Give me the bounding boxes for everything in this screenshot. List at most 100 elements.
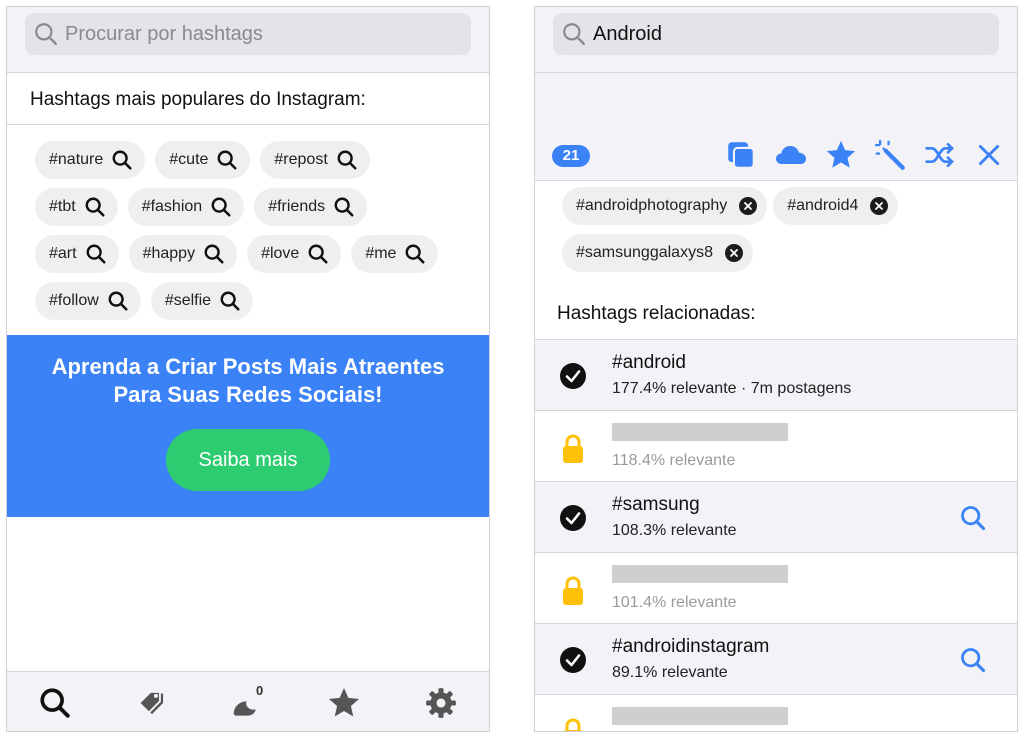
hashtag-chip[interactable]: #tbt <box>35 188 118 226</box>
search-hashtag-button[interactable] <box>959 504 987 537</box>
selected-status[interactable] <box>559 646 587 674</box>
selection-toolbar: 21 <box>535 73 1017 181</box>
selected-status[interactable] <box>559 504 587 532</box>
search-icon <box>961 506 986 531</box>
hashtag-label: #friends <box>268 198 326 215</box>
search-icon <box>112 150 132 170</box>
hashtag-label: #love <box>261 245 300 262</box>
chip-row: #nature #cute #repost <box>35 141 465 179</box>
search-icon <box>961 648 986 673</box>
lock-status <box>559 717 587 731</box>
cloud-button[interactable] <box>773 137 809 173</box>
remove-hashtag-button[interactable] <box>739 197 758 215</box>
lock-icon <box>563 576 583 605</box>
hashtag-label: #art <box>49 245 77 262</box>
related-hashtag-row[interactable]: #android 177.4% relevante · 7m postagens <box>535 339 1017 410</box>
search-icon <box>308 244 328 264</box>
remove-icon <box>875 202 884 210</box>
hashtag-chip[interactable]: #nature <box>35 141 146 179</box>
lock-icon <box>563 718 583 731</box>
search-icon <box>220 291 240 311</box>
search-icon <box>563 23 585 45</box>
tab-tags[interactable] <box>128 679 176 727</box>
search-bar[interactable] <box>25 13 471 55</box>
tab-night-mode[interactable]: 0 <box>224 679 272 727</box>
cloud-icon <box>776 146 806 164</box>
tab-favorites[interactable] <box>320 679 368 727</box>
hashtag-chip[interactable]: #friends <box>254 188 368 226</box>
check-icon <box>560 363 586 389</box>
check-icon <box>560 505 586 531</box>
hashtag-label: #happy <box>142 245 196 262</box>
copy-button[interactable] <box>723 137 759 173</box>
clear-selection-button[interactable] <box>971 137 1007 173</box>
locked-hashtag-row[interactable] <box>535 694 1017 731</box>
search-header <box>535 7 1017 73</box>
hashtag-chip[interactable]: #art <box>35 235 119 273</box>
hashtag-name: #androidinstagram <box>612 636 770 657</box>
search-icon <box>35 23 57 45</box>
shuffle-button[interactable] <box>922 137 958 173</box>
promo-banner: Aprenda a Criar Posts Mais Atraentes Par… <box>7 335 489 517</box>
chip-row: #follow #selfie <box>35 282 465 320</box>
selected-count-badge: 21 <box>552 145 590 167</box>
relevance-text: 108.3% relevante <box>612 522 737 539</box>
search-icon <box>40 687 70 718</box>
shuffle-icon <box>925 143 954 167</box>
remove-icon <box>744 202 753 210</box>
favorite-button[interactable] <box>823 137 859 173</box>
chip-row: #tbt #fashion #friends <box>35 188 465 226</box>
hashtag-chip[interactable]: #me <box>351 235 439 273</box>
hashtag-chip[interactable]: #cute <box>155 141 251 179</box>
hashtag-label: #tbt <box>49 198 76 215</box>
hashtag-label: #follow <box>49 292 99 309</box>
selected-status[interactable] <box>559 362 587 390</box>
related-hashtags-list: #android 177.4% relevante · 7m postagens 1… <box>535 339 1017 731</box>
magic-button[interactable] <box>872 137 908 173</box>
search-icon <box>204 244 224 264</box>
search-icon <box>337 150 357 170</box>
hidden-hashtag-placeholder <box>612 423 788 441</box>
star-icon <box>826 140 856 168</box>
hashtag-chip[interactable]: #happy <box>128 235 238 273</box>
related-hashtags-title: Hashtags relacionadas: <box>557 303 756 324</box>
hashtag-label: #androidphotography <box>576 197 728 214</box>
hashtag-chip[interactable]: #follow <box>35 282 141 320</box>
selected-hashtags-list: #androidphotography #android4 #samsunggala… <box>562 187 1002 281</box>
tab-settings[interactable] <box>417 679 465 727</box>
hidden-hashtag-placeholder <box>612 565 788 583</box>
relevance-text: 101.4% relevante <box>612 594 737 611</box>
hashtag-search-input[interactable] <box>593 22 973 46</box>
tab-bar: 0 <box>7 671 489 731</box>
search-icon <box>217 150 237 170</box>
hashtag-search-input[interactable] <box>65 22 445 46</box>
hashtag-label: #fashion <box>141 198 203 215</box>
magic-wand-icon <box>875 140 905 170</box>
copy-icon <box>728 142 755 169</box>
related-hashtag-row[interactable]: #androidinstagram 89.1% relevante <box>535 623 1017 694</box>
hashtag-label: #repost <box>274 151 328 168</box>
lock-status <box>559 575 587 605</box>
learn-more-button[interactable]: Saiba mais <box>166 429 330 491</box>
hashtag-label: #cute <box>169 151 209 168</box>
related-hashtag-row[interactable]: #samsung 108.3% relevante <box>535 481 1017 552</box>
remove-hashtag-button[interactable] <box>724 244 743 262</box>
remove-hashtag-button[interactable] <box>870 197 889 215</box>
hashtag-chip[interactable]: #repost <box>260 141 370 179</box>
popular-hashtags-list: #nature #cute #repost #tbt #fashion #friends #… <box>35 141 465 329</box>
tab-search[interactable] <box>31 679 79 727</box>
search-icon <box>85 197 105 217</box>
promo-title-line1: Aprenda a Criar Posts Mais Atraentes <box>51 354 445 379</box>
hashtag-chip[interactable]: #fashion <box>127 188 245 226</box>
hashtag-chip[interactable]: #love <box>247 235 342 273</box>
right-screen: 21 #androidphotography #android4 #samsungg… <box>534 6 1018 732</box>
search-hashtag-button[interactable] <box>959 646 987 679</box>
chip-row: #art #happy #love #me <box>35 235 465 273</box>
locked-hashtag-row[interactable]: 118.4% relevante <box>535 410 1017 481</box>
hashtag-chip[interactable]: #selfie <box>150 282 254 320</box>
locked-hashtag-row[interactable]: 101.4% relevante <box>535 552 1017 623</box>
lock-status <box>559 433 587 463</box>
search-bar[interactable] <box>553 13 999 55</box>
selected-hashtag-chip: #androidphotography <box>562 187 768 225</box>
promo-title-line2: Para Suas Redes Sociais! <box>113 382 383 407</box>
